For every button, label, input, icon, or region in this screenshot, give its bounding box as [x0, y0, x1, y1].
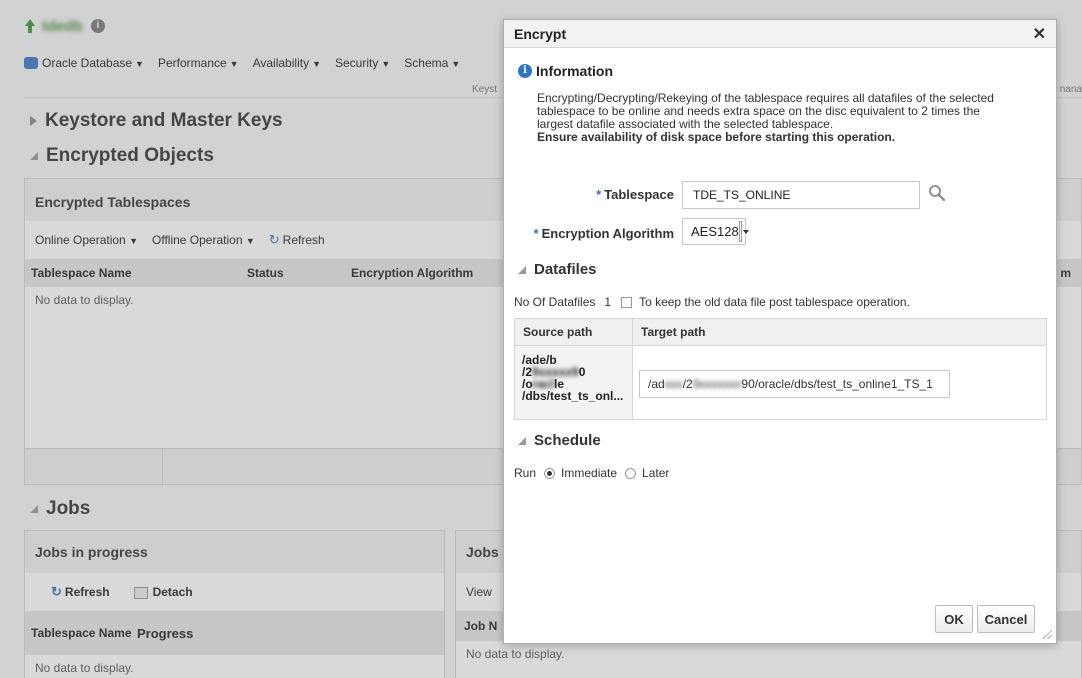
- encryption-algorithm-label: * Encryption Algorithm: [516, 226, 674, 241]
- redacted-text: 9xxxxxxx: [692, 377, 742, 391]
- tablespace-label: * Tablespace: [560, 187, 674, 202]
- label-text: Encryption Algorithm: [541, 226, 674, 241]
- source-path-cell: /ade/b /29xxxxx90 /oraclle /dbs/test_ts_…: [515, 346, 633, 419]
- ok-button[interactable]: OK: [935, 605, 973, 633]
- keep-old-datafile-checkbox[interactable]: [621, 296, 633, 308]
- source-path-line: /dbs/test_ts_onl...: [522, 389, 624, 403]
- dialog-header: Encrypt ✕: [504, 20, 1056, 48]
- tablespace-input[interactable]: [682, 181, 920, 209]
- search-icon[interactable]: [928, 184, 946, 202]
- target-path-segment: /ad: [648, 377, 665, 391]
- label-text: Tablespace: [604, 187, 674, 202]
- info-warning: Ensure availability of disk space before…: [537, 130, 896, 144]
- information-heading: i Information: [518, 63, 613, 79]
- encryption-algorithm-select[interactable]: AES128: [682, 218, 750, 245]
- keep-old-datafile-label: To keep the old data file post tablespac…: [639, 295, 910, 309]
- section-title: Datafiles: [534, 261, 597, 278]
- required-marker: *: [533, 226, 539, 241]
- required-marker: *: [596, 187, 602, 202]
- run-label: Run: [514, 466, 537, 480]
- collapse-icon: [518, 265, 526, 274]
- schedule-section-header[interactable]: Schedule: [518, 432, 601, 449]
- datafiles-table: Source path Target path /ade/b /29xxxxx9…: [514, 318, 1047, 420]
- info-icon: i: [518, 64, 532, 78]
- later-label[interactable]: Later: [642, 466, 669, 480]
- later-radio[interactable]: [625, 467, 637, 479]
- target-path-segment: /2: [682, 377, 693, 391]
- source-path-segment: 0: [578, 365, 586, 379]
- redacted-text: xxx: [664, 377, 683, 391]
- section-title: Schedule: [534, 432, 601, 449]
- collapse-icon: [518, 436, 526, 445]
- num-datafiles-label: No Of Datafiles: [514, 295, 596, 309]
- info-paragraph: Encrypting/Decrypting/Rekeying of the ta…: [537, 91, 994, 131]
- num-datafiles-value: 1: [604, 295, 612, 309]
- datafiles-section-header[interactable]: Datafiles: [518, 261, 597, 278]
- dialog-title: Encrypt: [514, 25, 567, 42]
- column-target-path[interactable]: Target path: [633, 319, 1046, 346]
- column-source-path[interactable]: Source path: [515, 319, 633, 346]
- redacted-text: racl: [532, 377, 555, 391]
- target-path-segment: 90/oracle/dbs/test_ts_online1_TS_1: [741, 377, 933, 391]
- close-icon[interactable]: ✕: [1033, 24, 1046, 44]
- target-path-input[interactable]: /ad xxx/2 9xxxxxxx 90/oracle/dbs/test_ts_on…: [639, 370, 950, 398]
- datafiles-info-row: No Of Datafiles 1 To keep the old data f…: [514, 295, 910, 309]
- immediate-label[interactable]: Immediate: [561, 466, 617, 480]
- resize-handle[interactable]: [1042, 629, 1052, 639]
- cancel-button[interactable]: Cancel: [977, 605, 1035, 633]
- information-title: Information: [536, 63, 613, 79]
- chevron-down-icon[interactable]: [738, 221, 750, 242]
- information-text: Encrypting/Decrypting/Rekeying of the ta…: [537, 92, 1017, 144]
- selected-value: AES128: [691, 224, 739, 239]
- immediate-radio[interactable]: [544, 467, 556, 479]
- run-schedule-row: Run Immediate Later: [514, 466, 669, 480]
